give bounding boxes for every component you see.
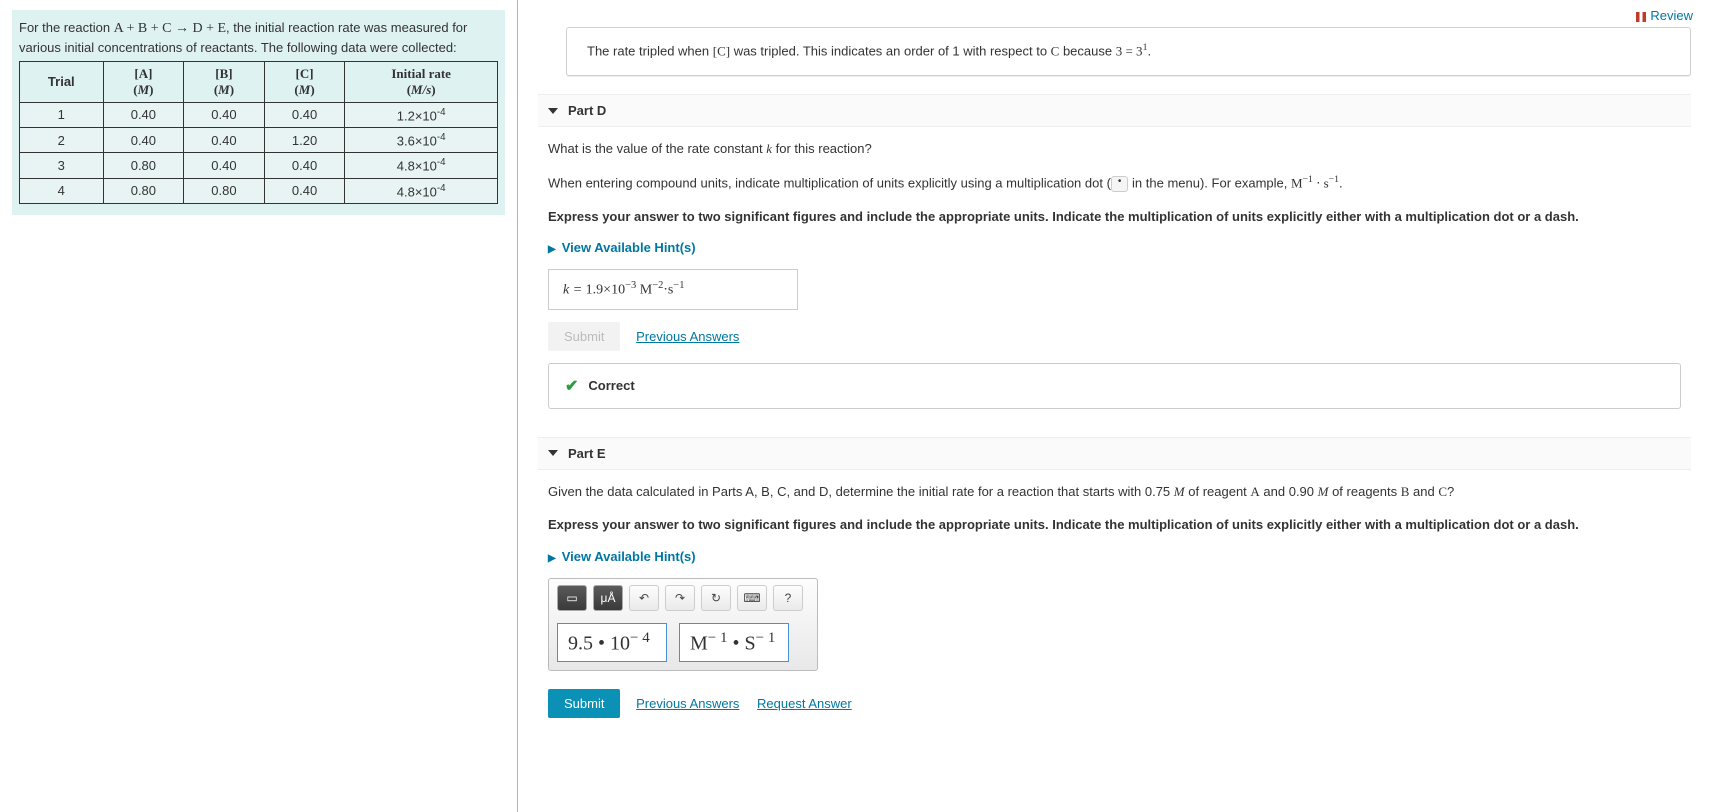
templates-button[interactable]: ▭ [557, 585, 587, 611]
equation-editor: ▭ μÅ ↶ ↷ ↻ ⌨ ? 9.5 • 10− 4 M− 1 • S− 1 [548, 578, 818, 672]
part-e-title: Part E [568, 446, 606, 461]
part-d-question: What is the value of the rate constant k… [548, 139, 1681, 159]
chevron-down-icon [548, 108, 558, 114]
part-e-header[interactable]: Part E [538, 437, 1691, 470]
intro-pre: For the reaction [19, 20, 114, 35]
part-e-question: Given the data calculated in Parts A, B,… [548, 482, 1681, 502]
part-d-hints-toggle[interactable]: View Available Hint(s) [548, 240, 1681, 255]
data-table: Trial[A](M)[B](M)[C](M)Initial rate(M/s)… [19, 61, 498, 204]
part-d-correct-feedback: ✔ Correct [548, 363, 1681, 409]
help-button[interactable]: ? [773, 585, 803, 611]
table-row: 20.400.401.203.6×10-4 [20, 128, 498, 153]
part-e: Part E Given the data calculated in Part… [538, 437, 1691, 741]
reset-button[interactable]: ↻ [701, 585, 731, 611]
value-input[interactable]: 9.5 • 10− 4 [557, 623, 667, 663]
table-header: [A](M) [103, 61, 184, 102]
part-d-answer-display: k = 1.9×10−3 M−2⋅s−1 [548, 269, 798, 310]
part-d-submit-button: Submit [548, 322, 620, 351]
part-e-instruction: Express your answer to two significant f… [548, 515, 1681, 535]
table-header: [B](M) [184, 61, 265, 102]
table-row: 10.400.400.401.2×10-4 [20, 102, 498, 127]
table-row: 40.800.800.404.8×10-4 [20, 178, 498, 203]
chevron-down-icon [548, 450, 558, 456]
problem-sidebar: For the reaction A + B + C → D + E, the … [0, 0, 518, 812]
table-row: 30.800.400.404.8×10-4 [20, 153, 498, 178]
dot-menu-icon: • [1111, 176, 1129, 192]
part-d: Part D What is the value of the rate con… [538, 94, 1691, 418]
review-link[interactable]: Review [1636, 8, 1693, 23]
part-d-title: Part D [568, 103, 606, 118]
part-d-instruction: Express your answer to two significant f… [548, 207, 1681, 227]
part-e-hints-toggle[interactable]: View Available Hint(s) [548, 549, 1681, 564]
check-icon: ✔ [565, 376, 578, 396]
problem-intro: For the reaction A + B + C → D + E, the … [12, 10, 505, 215]
part-e-request-answer-link[interactable]: Request Answer [757, 696, 852, 711]
table-header: Trial [20, 61, 104, 102]
part-d-previous-answers-link[interactable]: Previous Answers [636, 329, 739, 344]
units-input[interactable]: M− 1 • S− 1 [679, 623, 789, 663]
units-button[interactable]: μÅ [593, 585, 623, 611]
review-icon [1636, 12, 1646, 22]
redo-button[interactable]: ↷ [665, 585, 695, 611]
table-header: Initial rate(M/s) [345, 61, 498, 102]
part-d-header[interactable]: Part D [538, 94, 1691, 127]
part-e-submit-button[interactable]: Submit [548, 689, 620, 718]
reaction-equation: A + B + C → D + E [114, 21, 226, 36]
table-header: [C](M) [264, 61, 345, 102]
keyboard-button[interactable]: ⌨ [737, 585, 767, 611]
part-c-feedback: The rate tripled when [C] was tripled. T… [566, 27, 1691, 76]
part-e-previous-answers-link[interactable]: Previous Answers [636, 696, 739, 711]
content-panel: Review The rate tripled when [C] was tri… [518, 0, 1711, 812]
undo-button[interactable]: ↶ [629, 585, 659, 611]
